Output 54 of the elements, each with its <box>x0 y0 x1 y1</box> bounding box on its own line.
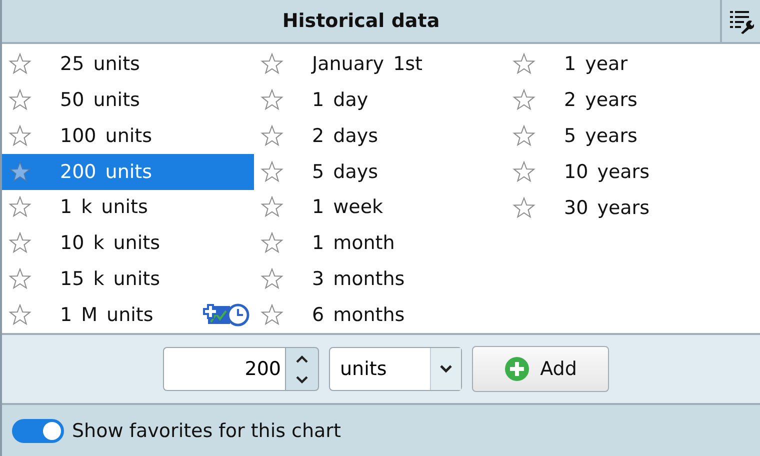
star-icon[interactable] <box>260 88 284 112</box>
filled-star-icon[interactable] <box>8 160 32 184</box>
star-icon[interactable] <box>512 160 536 184</box>
star-icon[interactable] <box>260 231 284 256</box>
star-icon[interactable] <box>8 195 32 220</box>
interval-item[interactable]: 1 day <box>254 82 506 118</box>
star-icon[interactable] <box>260 124 284 148</box>
interval-item[interactable]: 6 months <box>254 297 506 333</box>
toggle-label: Show favorites for this chart <box>72 420 341 442</box>
interval-item[interactable]: 25 units <box>2 46 254 82</box>
panel-title: Historical data <box>281 10 441 32</box>
interval-item[interactable]: 50 units <box>2 82 254 118</box>
favorites-toggle[interactable] <box>12 418 64 442</box>
interval-item[interactable]: 1 month <box>254 225 506 262</box>
interval-item[interactable]: 1 M units <box>2 297 254 333</box>
amount-field[interactable]: 200 <box>163 347 285 391</box>
interval-item[interactable]: 2 years <box>506 82 758 118</box>
star-icon[interactable] <box>512 196 536 220</box>
star-icon[interactable] <box>260 160 284 184</box>
star-icon[interactable] <box>8 88 32 112</box>
interval-item[interactable]: 100 units <box>2 118 254 154</box>
list-wrench-icon <box>728 8 754 34</box>
interval-item[interactable]: 15 k units <box>2 261 254 298</box>
star-icon[interactable] <box>8 267 32 292</box>
star-icon[interactable] <box>512 52 536 76</box>
star-icon[interactable] <box>260 195 284 220</box>
interval-item[interactable]: 3 months <box>254 261 506 298</box>
star-icon[interactable] <box>260 267 284 292</box>
unit-dropdown[interactable]: units <box>329 347 462 391</box>
star-icon[interactable] <box>260 52 284 76</box>
interval-item[interactable]: 1 k units <box>2 190 254 226</box>
plus-icon <box>504 356 530 382</box>
star-icon[interactable] <box>260 303 284 328</box>
chart-history-icon[interactable] <box>202 303 250 328</box>
interval-item[interactable]: 5 days <box>254 154 506 190</box>
star-icon[interactable] <box>8 52 32 76</box>
star-icon[interactable] <box>8 124 32 148</box>
interval-item[interactable]: 1 week <box>254 190 506 226</box>
interval-item[interactable]: 1 year <box>506 46 758 82</box>
interval-item[interactable]: 10 k units <box>2 225 254 262</box>
star-icon[interactable] <box>512 88 536 112</box>
chevron-down-icon <box>440 365 452 373</box>
star-icon[interactable] <box>8 303 32 328</box>
interval-item[interactable]: 5 years <box>506 118 758 154</box>
chevron-down-icon <box>296 376 308 384</box>
interval-item[interactable]: January 1st <box>254 46 506 82</box>
interval-item[interactable]: 200 units <box>2 154 254 190</box>
star-icon[interactable] <box>8 231 32 256</box>
add-button[interactable]: Add <box>472 346 609 392</box>
chevron-up-icon <box>296 354 308 362</box>
interval-item[interactable]: 2 days <box>254 118 506 154</box>
interval-item[interactable]: 10 years <box>506 154 758 190</box>
star-icon[interactable] <box>512 124 536 148</box>
interval-item[interactable]: 30 years <box>506 190 758 226</box>
